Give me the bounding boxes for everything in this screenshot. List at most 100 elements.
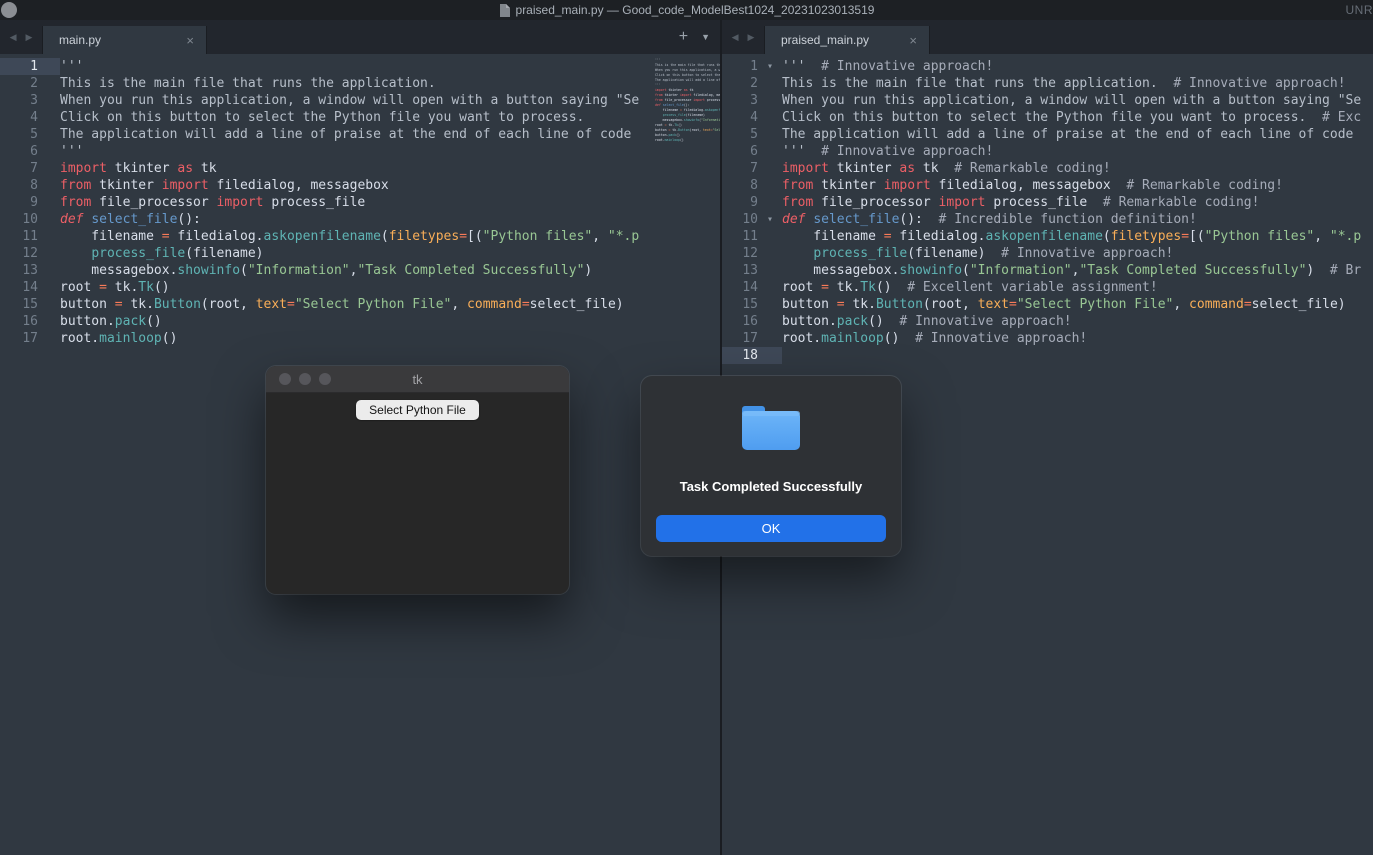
- line-number[interactable]: 11: [0, 228, 38, 245]
- code-line[interactable]: 11 filename = filedialog.askopenfilename…: [722, 228, 1373, 245]
- code-line[interactable]: 6''': [0, 143, 650, 160]
- code-line[interactable]: 14root = tk.Tk(): [0, 279, 650, 296]
- line-number[interactable]: 4: [0, 109, 38, 126]
- line-number[interactable]: 14: [0, 279, 38, 296]
- code-line[interactable]: 18: [722, 347, 1373, 364]
- line-number[interactable]: 10: [0, 211, 38, 228]
- code-segment: (): [154, 280, 170, 295]
- code-line[interactable]: 5The application will add a line of prai…: [722, 126, 1373, 143]
- ok-button[interactable]: OK: [656, 515, 886, 542]
- code-line[interactable]: 17root.mainloop() # Innovative approach!: [722, 330, 1373, 347]
- code-line[interactable]: 8from tkinter import filedialog, message…: [0, 177, 650, 194]
- line-number[interactable]: 12: [0, 245, 38, 262]
- code-line[interactable]: 17root.mainloop(): [0, 330, 650, 347]
- tk-titlebar[interactable]: tk: [266, 366, 569, 393]
- line-number[interactable]: 2: [0, 75, 38, 92]
- close-tab-icon[interactable]: ×: [909, 34, 917, 47]
- line-number[interactable]: 2: [722, 75, 758, 92]
- code-text: button.pack() # Innovative approach!: [782, 313, 1072, 330]
- code-segment: tk.: [670, 128, 678, 132]
- window-titlebar[interactable]: praised_main.py — Good_code_ModelBest102…: [0, 0, 1373, 20]
- line-number[interactable]: 16: [722, 313, 758, 330]
- history-forward-icon[interactable]: ▶: [26, 32, 33, 43]
- code-line[interactable]: 13 messagebox.showinfo("Information","Ta…: [0, 262, 650, 279]
- code-line[interactable]: 7import tkinter as tk # Remarkable codin…: [722, 160, 1373, 177]
- select-python-file-button[interactable]: Select Python File: [356, 400, 479, 420]
- document-icon: [499, 4, 510, 17]
- code-line[interactable]: 9from file_processor import process_file: [0, 194, 650, 211]
- line-number[interactable]: 1: [722, 58, 758, 75]
- code-line[interactable]: 1▾''' # Innovative approach!: [722, 58, 1373, 75]
- line-number[interactable]: 3: [0, 92, 38, 109]
- history-back-icon[interactable]: ◀: [732, 32, 739, 43]
- line-number[interactable]: 16: [0, 313, 38, 330]
- tab-praised-main-py[interactable]: praised_main.py ×: [764, 26, 930, 54]
- line-number[interactable]: 3: [722, 92, 758, 109]
- tab-main-py[interactable]: main.py ×: [42, 26, 207, 54]
- tk-zoom-button[interactable]: [319, 373, 331, 385]
- line-number[interactable]: 13: [722, 262, 758, 279]
- code-line[interactable]: 2This is the main file that runs the app…: [722, 75, 1373, 92]
- code-segment: pack: [837, 314, 868, 329]
- tk-minimize-button[interactable]: [299, 373, 311, 385]
- code-segment: ''': [782, 59, 805, 74]
- line-number[interactable]: 4: [722, 109, 758, 126]
- code-line[interactable]: 1''': [0, 58, 650, 75]
- code-line[interactable]: 16 button.pack() # Innovative approach!: [722, 313, 1373, 330]
- line-number[interactable]: 6: [0, 143, 38, 160]
- history-back-icon[interactable]: ◀: [10, 32, 17, 43]
- code-line[interactable]: 7import tkinter as tk: [0, 160, 650, 177]
- code-line[interactable]: 2This is the main file that runs the app…: [0, 75, 650, 92]
- close-tab-icon[interactable]: ×: [186, 34, 194, 47]
- code-line[interactable]: 12 process_file(filename) # Innovative a…: [722, 245, 1373, 262]
- line-number[interactable]: 8: [722, 177, 758, 194]
- tab-overflow-menu-icon[interactable]: ▼: [701, 32, 710, 42]
- line-number[interactable]: 10: [722, 211, 758, 228]
- new-tab-icon[interactable]: +: [679, 29, 688, 45]
- code-line[interactable]: 4Click on this button to select the Pyth…: [722, 109, 1373, 126]
- code-segment: (): [884, 331, 900, 346]
- code-line[interactable]: 4Click on this button to select the Pyth…: [0, 109, 650, 126]
- line-number[interactable]: 15: [0, 296, 38, 313]
- fold-gutter: [38, 262, 60, 279]
- line-number[interactable]: 12: [722, 245, 758, 262]
- line-number[interactable]: 5: [0, 126, 38, 143]
- line-number[interactable]: 18: [722, 347, 758, 364]
- code-line[interactable]: 9from file_processor import process_file…: [722, 194, 1373, 211]
- code-line[interactable]: 8from tkinter import filedialog, message…: [722, 177, 1373, 194]
- line-number[interactable]: 7: [0, 160, 38, 177]
- code-segment: (root,: [201, 297, 256, 312]
- code-line[interactable]: 3When you run this application, a window…: [722, 92, 1373, 109]
- line-number[interactable]: 13: [0, 262, 38, 279]
- code-line[interactable]: 10▾def select_file(): # Incredible funct…: [722, 211, 1373, 228]
- code-line[interactable]: 14root = tk.Tk() # Excellent variable as…: [722, 279, 1373, 296]
- line-number[interactable]: 1: [0, 58, 38, 75]
- line-number[interactable]: 6: [722, 143, 758, 160]
- code-line[interactable]: 6''' # Innovative approach!: [722, 143, 1373, 160]
- line-number[interactable]: 15: [722, 296, 758, 313]
- code-line[interactable]: 13 messagebox.showinfo("Information","Ta…: [722, 262, 1373, 279]
- code-line[interactable]: 3When you run this application, a window…: [0, 92, 650, 109]
- code-line[interactable]: 11 filename = filedialog.askopenfilename…: [0, 228, 650, 245]
- fold-arrow-icon[interactable]: ▾: [758, 58, 782, 75]
- code-line[interactable]: 10def select_file():: [0, 211, 650, 228]
- code-line[interactable]: 16button.pack(): [0, 313, 650, 330]
- line-number[interactable]: 9: [0, 194, 38, 211]
- line-number[interactable]: 9: [722, 194, 758, 211]
- code-line[interactable]: 15button = tk.Button(root, text="Select …: [0, 296, 650, 313]
- fold-arrow-icon[interactable]: ▾: [758, 211, 782, 228]
- line-number[interactable]: 14: [722, 279, 758, 296]
- line-number[interactable]: 17: [722, 330, 758, 347]
- line-number[interactable]: 8: [0, 177, 38, 194]
- line-number[interactable]: 11: [722, 228, 758, 245]
- window-control-button[interactable]: [1, 2, 17, 18]
- history-forward-icon[interactable]: ▶: [748, 32, 755, 43]
- line-number[interactable]: 5: [722, 126, 758, 143]
- code-line[interactable]: 5The application will add a line of prai…: [0, 126, 650, 143]
- line-number[interactable]: 17: [0, 330, 38, 347]
- code-segment: root: [60, 280, 99, 295]
- code-line[interactable]: 12 process_file(filename): [0, 245, 650, 262]
- line-number[interactable]: 7: [722, 160, 758, 177]
- tk-close-button[interactable]: [279, 373, 291, 385]
- code-line[interactable]: 15button = tk.Button(root, text="Select …: [722, 296, 1373, 313]
